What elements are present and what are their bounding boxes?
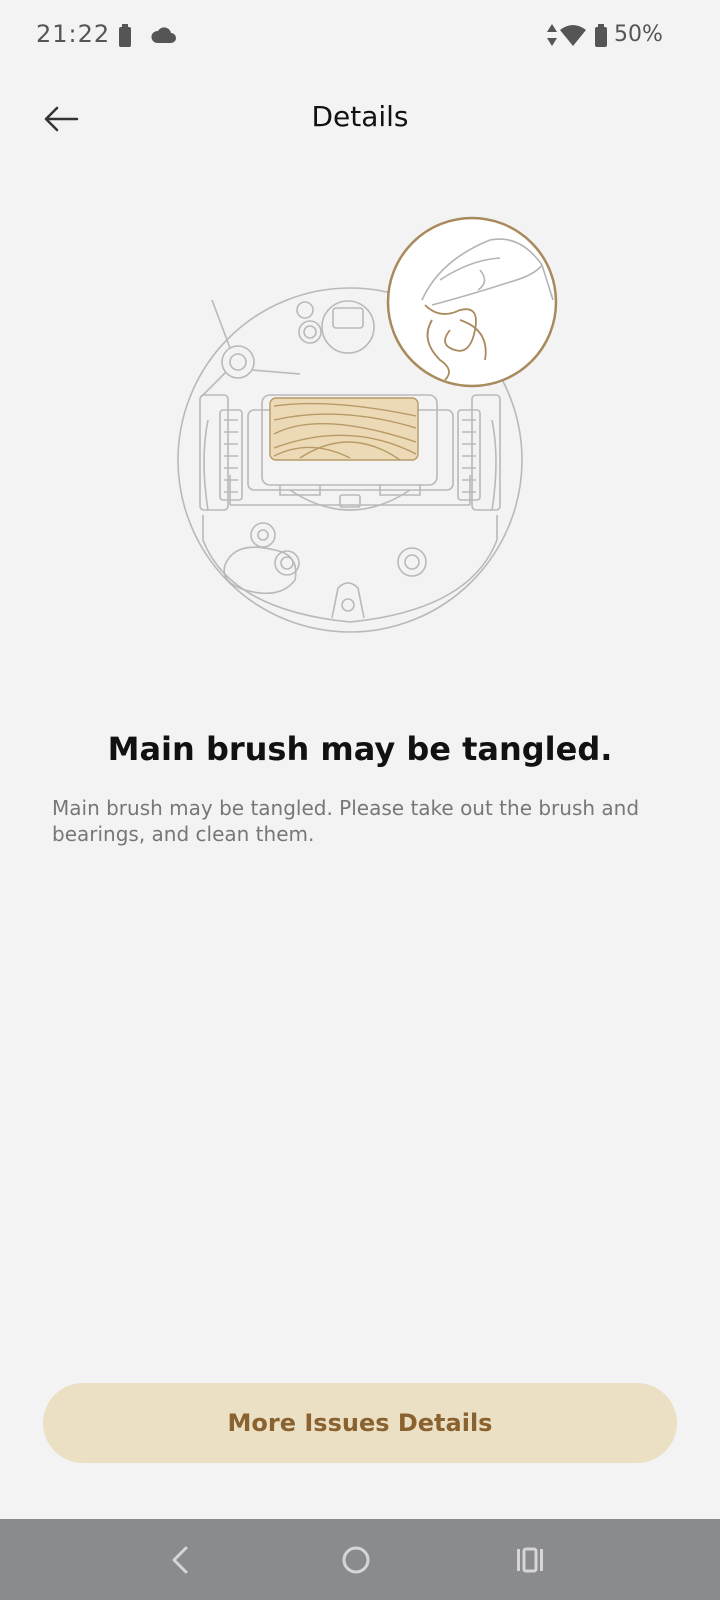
cloud-icon bbox=[150, 26, 176, 48]
recents-icon bbox=[517, 1547, 543, 1573]
home-icon bbox=[342, 1546, 370, 1574]
navigation-bar bbox=[0, 1519, 720, 1600]
main-brush bbox=[269, 397, 419, 461]
robot-vacuum-illustration bbox=[170, 210, 570, 650]
back-icon bbox=[172, 1546, 188, 1574]
side-brush-hub bbox=[221, 345, 255, 379]
battery-icon bbox=[118, 24, 132, 52]
data-arrows-icon bbox=[547, 24, 557, 50]
zoom-bubble bbox=[386, 216, 558, 388]
nav-home-button[interactable] bbox=[331, 1537, 381, 1583]
status-bar: 21:22 50% bbox=[0, 0, 720, 70]
nav-recents-button[interactable] bbox=[505, 1537, 555, 1583]
nav-back-button[interactable] bbox=[155, 1537, 205, 1583]
more-issues-button[interactable]: More Issues Details bbox=[43, 1383, 677, 1463]
status-time: 21:22 bbox=[36, 20, 111, 48]
wifi-icon bbox=[560, 24, 586, 50]
screen: 21:22 50% Details Main brush may be tang… bbox=[0, 0, 720, 1600]
page-title: Details bbox=[311, 100, 409, 133]
battery-icon bbox=[594, 24, 608, 52]
issue-description: Main brush may be tangled. Please take o… bbox=[52, 796, 640, 846]
battery-percent: 50% bbox=[614, 22, 663, 47]
issue-title: Main brush may be tangled. bbox=[107, 730, 613, 768]
